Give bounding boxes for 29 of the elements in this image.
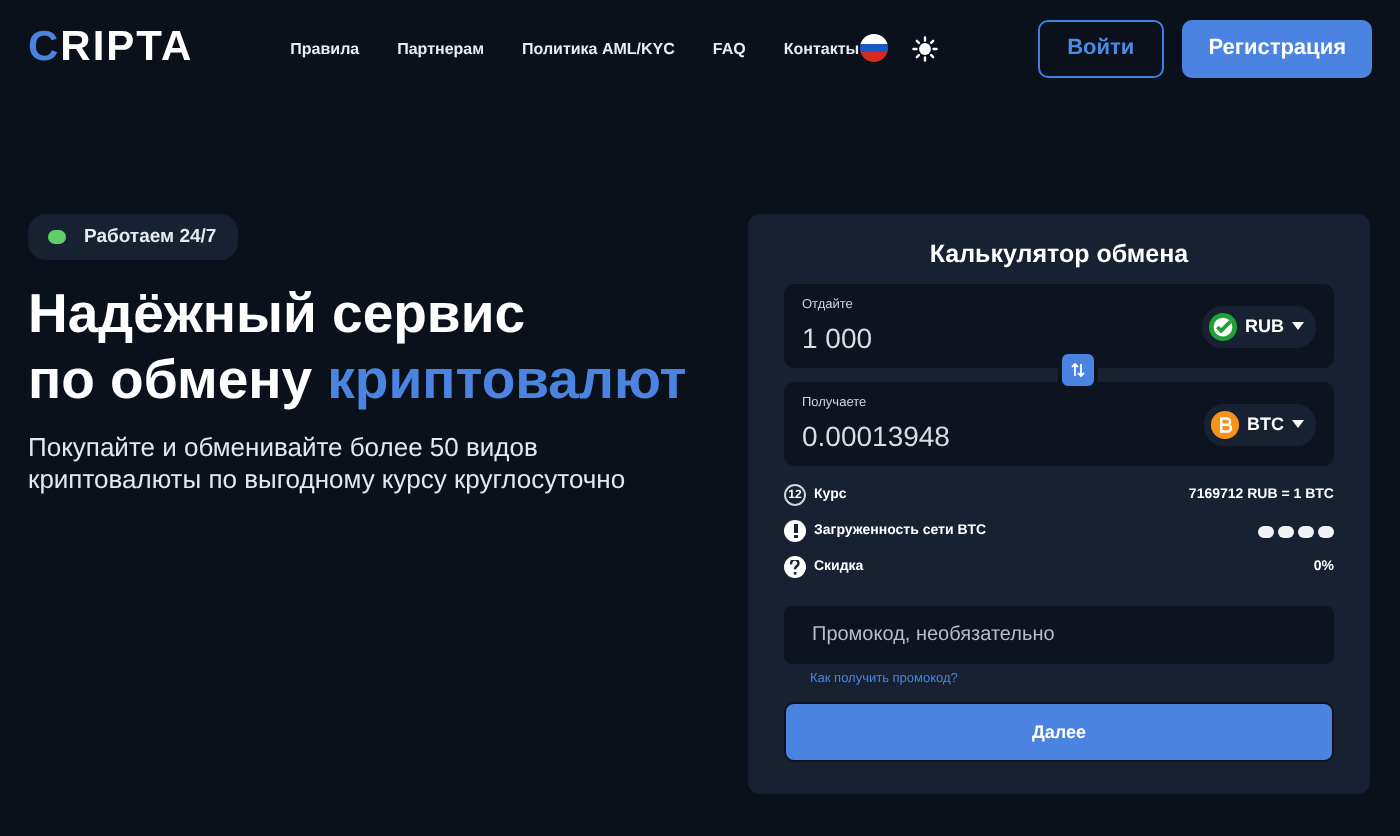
hero-title: Надёжный сервис по обмену криптовалют	[28, 280, 687, 412]
bitcoin-icon	[1209, 409, 1239, 439]
nav-link[interactable]: Партнерам	[397, 39, 485, 57]
nav-link[interactable]: Политика AML/KYC	[522, 39, 675, 57]
amount-value: 0.00013948	[802, 420, 952, 452]
alert-icon	[784, 520, 806, 542]
calculator-title: Калькулятор обмена	[927, 240, 1191, 268]
hero-subtitle: Покупайте и обменивайте более 50 видов криптовалюты по выгодному курсу круглосуточно	[28, 432, 628, 496]
check-circle-icon	[1207, 311, 1237, 341]
currency-select[interactable]: RUB	[1201, 305, 1316, 347]
nav-link[interactable]: FAQ	[712, 39, 746, 57]
caret-icon	[1292, 420, 1304, 428]
load-meter	[1258, 525, 1334, 537]
amount-value: 1 000	[802, 322, 875, 354]
nav-link[interactable]: Контакты	[783, 39, 860, 57]
login-button[interactable]: Войти	[1037, 19, 1165, 77]
register-button[interactable]: Регистрация	[1182, 19, 1372, 77]
help-icon	[784, 556, 806, 578]
flag-icon[interactable]	[859, 34, 888, 62]
caret-icon	[1292, 322, 1304, 330]
currency-select[interactable]: BTC	[1203, 403, 1316, 445]
nav-link[interactable]: Правила	[290, 39, 360, 57]
swap-button[interactable]	[1058, 350, 1098, 390]
status-text: Работаем 24/7	[84, 226, 217, 248]
promo-field[interactable]: Промокод, необязательно	[784, 606, 1334, 664]
logo[interactable]: CRIPTA	[28, 24, 291, 72]
sun-icon[interactable]	[911, 35, 938, 61]
next-button[interactable]: Далее	[784, 702, 1334, 762]
swap-icon	[1070, 362, 1086, 378]
